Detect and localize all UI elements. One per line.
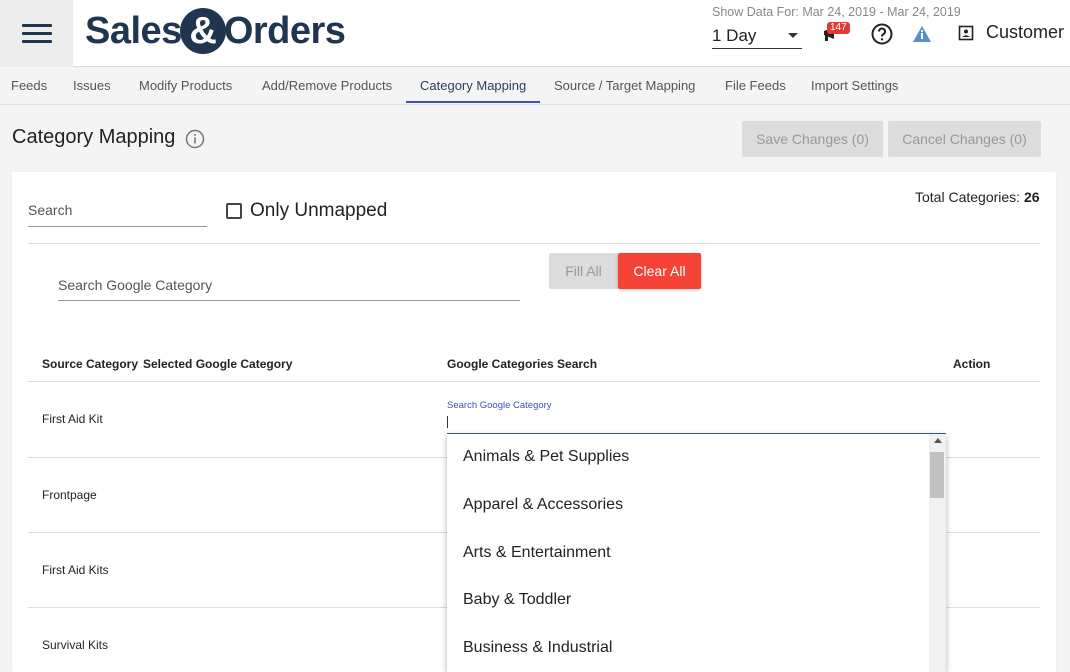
period-select-value: 1 Day <box>712 26 757 45</box>
only-unmapped-checkbox[interactable]: Only Unmapped <box>226 200 387 222</box>
google-category-search-input[interactable]: Search Google Category <box>58 277 520 301</box>
only-unmapped-label: Only Unmapped <box>250 200 388 221</box>
hamburger-menu-button[interactable] <box>0 0 73 67</box>
info-circle-icon[interactable] <box>185 129 205 149</box>
table-row-source: Survival Kits <box>42 638 109 652</box>
table-row-source: First Aid Kits <box>42 563 109 577</box>
brand-ampersand: & <box>179 8 226 54</box>
table-row-source: Frontpage <box>42 488 97 502</box>
tab-issues[interactable]: Issues <box>73 67 111 105</box>
active-tab-indicator <box>406 101 540 103</box>
checkbox-box[interactable] <box>226 203 242 219</box>
text-cursor <box>447 416 448 428</box>
tab-import-settings[interactable]: Import Settings <box>811 67 898 105</box>
col-header-action: Action <box>953 357 991 371</box>
dropdown-option[interactable]: Baby & Toddler <box>463 591 571 609</box>
col-header-selected-google-category: Selected Google Category <box>143 357 293 371</box>
save-changes-button[interactable]: Save Changes (0) <box>742 121 883 157</box>
tab-modify-products[interactable]: Modify Products <box>139 67 232 105</box>
tab-source-target-mapping[interactable]: Source / Target Mapping <box>554 67 695 105</box>
page-title: Category Mapping <box>12 126 176 148</box>
cancel-changes-button[interactable]: Cancel Changes (0) <box>888 121 1041 157</box>
brand-right: Orders <box>223 9 346 52</box>
brand-left: Sales <box>85 9 182 52</box>
dropdown-option[interactable]: Animals & Pet Supplies <box>463 448 629 466</box>
user-label: Customer <box>986 22 1065 42</box>
tab-feeds[interactable]: Feeds <box>11 67 47 105</box>
search-input[interactable]: Search <box>28 202 207 227</box>
total-categories: Total Categories: 26 <box>915 189 1040 205</box>
google-category-field-input[interactable] <box>447 414 946 434</box>
google-category-field-label: Search Google Category <box>447 400 552 411</box>
col-header-source-category: Source Category <box>42 357 139 371</box>
google-category-dropdown: Animals & Pet Supplies Apparel & Accesso… <box>447 434 946 672</box>
notification-badge: 147 <box>827 22 850 34</box>
period-select[interactable]: 1 Day <box>712 22 802 49</box>
app-header: Sales & Orders Show Data For: Mar 24, 2019… <box>0 0 1070 67</box>
scroll-up-arrow-icon[interactable] <box>934 438 942 443</box>
user-menu[interactable]: Customer <box>958 22 1064 43</box>
date-range-label: Show Data For: Mar 24, 2019 - Mar 24, 20… <box>712 5 961 19</box>
help-icon[interactable] <box>871 23 893 45</box>
dropdown-option[interactable]: Business & Industrial <box>463 639 612 657</box>
dropdown-option[interactable]: Arts & Entertainment <box>463 544 611 562</box>
caret-down-icon <box>788 33 798 38</box>
col-header-google-categories-search: Google Categories Search <box>447 357 598 371</box>
table-row-source: First Aid Kit <box>42 412 103 426</box>
fill-all-button[interactable]: Fill All <box>549 253 618 289</box>
tab-file-feeds[interactable]: File Feeds <box>725 67 786 105</box>
dropdown-scrollbar[interactable] <box>929 434 946 672</box>
scroll-thumb[interactable] <box>930 452 944 498</box>
info-icon[interactable] <box>912 25 932 43</box>
total-categories-value: 26 <box>1023 189 1040 205</box>
filter-divider <box>28 243 1040 244</box>
dropdown-option[interactable]: Apparel & Accessories <box>463 496 623 514</box>
account-box-icon <box>958 25 974 40</box>
tab-category-mapping[interactable]: Category Mapping <box>420 67 526 105</box>
total-categories-label: Total Categories: <box>915 189 1024 205</box>
hamburger-icon <box>21 19 52 48</box>
tab-add-remove-products[interactable]: Add/Remove Products <box>262 67 392 105</box>
table-header-divider <box>28 381 1040 382</box>
brand-logo[interactable]: Sales & Orders <box>85 8 346 54</box>
clear-all-button[interactable]: Clear All <box>618 253 701 289</box>
main-tabs: Feeds Issues Modify Products Add/Remove … <box>0 67 1070 105</box>
